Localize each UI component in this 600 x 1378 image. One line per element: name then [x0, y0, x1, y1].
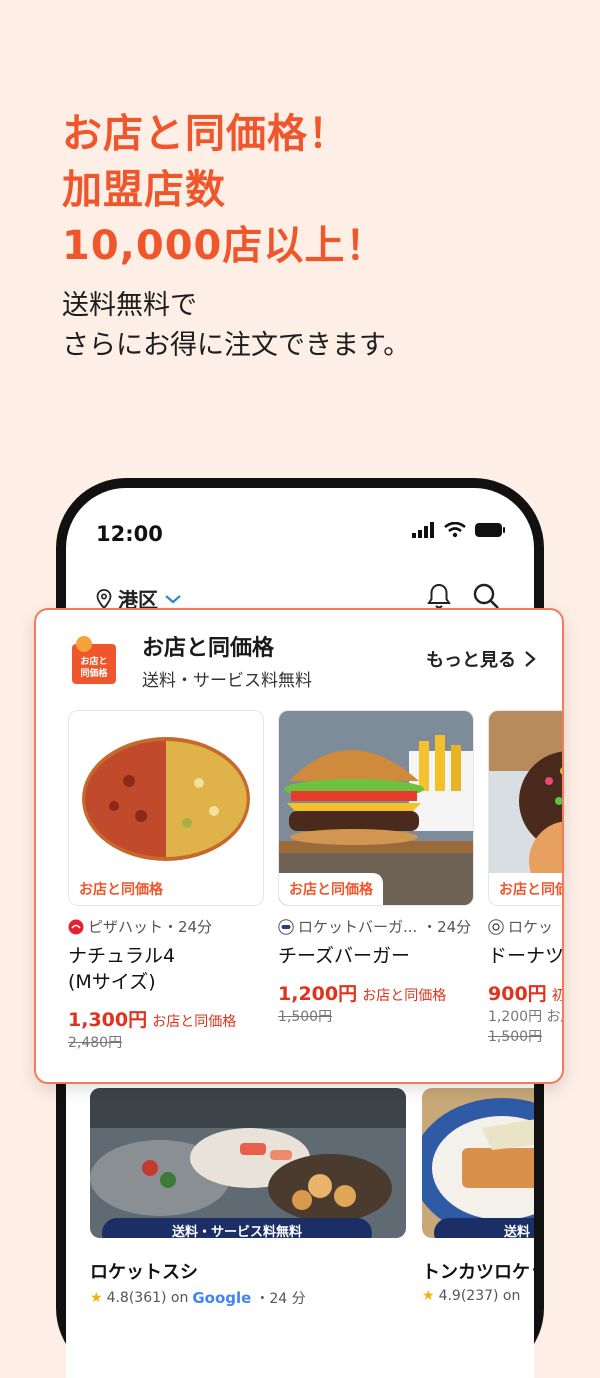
free-shipping-badge: 送料 [434, 1218, 534, 1238]
product-card-donut[interactable]: お店と同価格 ロケッ ドーナツ 900円 初 1,200円 お店 1,500円 [488, 710, 564, 1046]
dish-name-line-1: チーズバーガー [278, 945, 411, 967]
shop-info: ロケットバーガ... ・24分 [278, 916, 474, 937]
subline-line-1: 送料無料で [62, 290, 197, 321]
shop-name: ピザハット・24分 [88, 918, 213, 936]
promo-title: お店と同価格 [142, 636, 275, 661]
chevron-right-icon [525, 651, 536, 667]
status-icons [412, 522, 506, 538]
headline: お店と同価格！ 加盟店数 10,000店以上！ [62, 106, 386, 274]
price-label: お店と同価格 [362, 988, 447, 1004]
restaurant-card[interactable]: 送料 トンカツロケッ ★ 4.9(237) on [422, 1088, 534, 1304]
price-label: お店と同価格 [152, 1014, 237, 1030]
tonkatsu-photo: 送料 [422, 1088, 534, 1238]
product-image: お店と同価格 [278, 710, 474, 906]
price-row: 1,200円 お店と同価格 [278, 979, 474, 1006]
product-image: お店と同価格 [68, 710, 264, 906]
product-card-burger[interactable]: お店と同価格 ロケットバーガ... ・24分 チーズバーガー 1,200円 お店… [278, 710, 474, 1026]
restaurant-name: トンカツロケッ [422, 1262, 534, 1283]
restaurant-meta: ★ 4.9(237) on [422, 1288, 534, 1304]
subline: 送料無料で さらにお得に注文できます。 [62, 286, 410, 366]
price: 900円 [488, 983, 547, 1005]
shop-info: ロケッ [488, 916, 562, 937]
restaurant-meta: ★ 4.8(361) on Google ・24 分 [90, 1288, 406, 1308]
dish-name-line-1: ナチュラル4 [68, 945, 176, 967]
free-shipping-badge: 送料・サービス料無料 [102, 1218, 373, 1238]
star-icon: ★ [422, 1288, 435, 1304]
same-price-tag: お店と同価格 [489, 873, 562, 905]
wifi-icon [444, 522, 466, 538]
dish-name: チーズバーガー [278, 943, 474, 969]
shop-name: ロケットバーガ... ・24分 [298, 918, 472, 936]
promo-subtitle: 送料・サービス料無料 [142, 671, 312, 691]
svg-text:同価格: 同価格 [80, 667, 108, 679]
chevron-down-icon [165, 594, 181, 603]
search-icon[interactable] [472, 582, 500, 610]
dish-name: ナチュラル4 (Mサイズ) [68, 943, 264, 995]
restaurant-card[interactable]: 送料・サービス料無料 ロケットスシ ★ 4.8(361) on Google ・… [90, 1088, 406, 1308]
see-more-label: もっと見る [426, 650, 516, 671]
original-price: 1,500円 [488, 1029, 543, 1045]
bell-icon[interactable] [426, 582, 452, 610]
signal-icon [412, 522, 434, 538]
original-price: 1,500円 [278, 1009, 333, 1025]
see-more-link[interactable]: もっと見る [426, 646, 536, 672]
price: 1,300円 [68, 1009, 148, 1031]
regular-price: 1,200円 お店 [488, 1009, 562, 1025]
same-price-promo-card: お店と 同価格 お店と同価格 送料・サービス料無料 もっと見る お店と同価格 ピ… [34, 608, 564, 1084]
shop-name: ロケッ [508, 918, 554, 936]
same-price-tag-icon: お店と 同価格 [72, 636, 116, 684]
dish-name: ドーナツ [488, 943, 564, 969]
restaurant-rating: 4.9(237) on [438, 1288, 521, 1304]
original-price: 2,480円 [68, 1035, 123, 1051]
headline-line-3: 10,000店以上！ [62, 223, 387, 269]
same-price-tag: お店と同価格 [279, 873, 383, 905]
google-logo: Google [192, 1289, 252, 1307]
headline-line-1: お店と同価格！ [62, 111, 349, 157]
same-price-tag: お店と同価格 [69, 873, 173, 905]
dish-name-line-2: (Mサイズ) [68, 971, 156, 993]
price-label: 初 [552, 988, 562, 1004]
restaurant-rating: 4.8(361) on [106, 1290, 189, 1306]
sushi-photo: 送料・サービス料無料 [90, 1088, 406, 1238]
restaurant-name: ロケットスシ [90, 1262, 198, 1283]
battery-icon [475, 523, 505, 537]
shop-info: ピザハット・24分 [68, 916, 264, 937]
product-card-pizza[interactable]: お店と同価格 ピザハット・24分 ナチュラル4 (Mサイズ) 1,300円 お店… [68, 710, 264, 1052]
pin-icon [96, 588, 112, 609]
star-icon: ★ [90, 1290, 103, 1306]
svg-text:お店と: お店と [80, 655, 107, 667]
dish-name-line-1: ドーナツ [488, 945, 564, 967]
subline-line-2: さらにお得に注文できます。 [62, 330, 411, 361]
product-image: お店と同価格 [488, 710, 562, 906]
price: 1,200円 [278, 983, 358, 1005]
restaurant-time: ・24 分 [255, 1291, 306, 1307]
headline-line-2: 加盟店数 [62, 167, 226, 213]
pizza-hut-logo-icon [68, 919, 84, 934]
price-row: 900円 初 [488, 979, 562, 1006]
donut-shop-logo-icon [488, 918, 504, 935]
status-time: 12:00 [96, 522, 163, 546]
price-row: 1,300円 お店と同価格 [68, 1005, 264, 1032]
rocket-burger-logo-icon [278, 918, 294, 935]
